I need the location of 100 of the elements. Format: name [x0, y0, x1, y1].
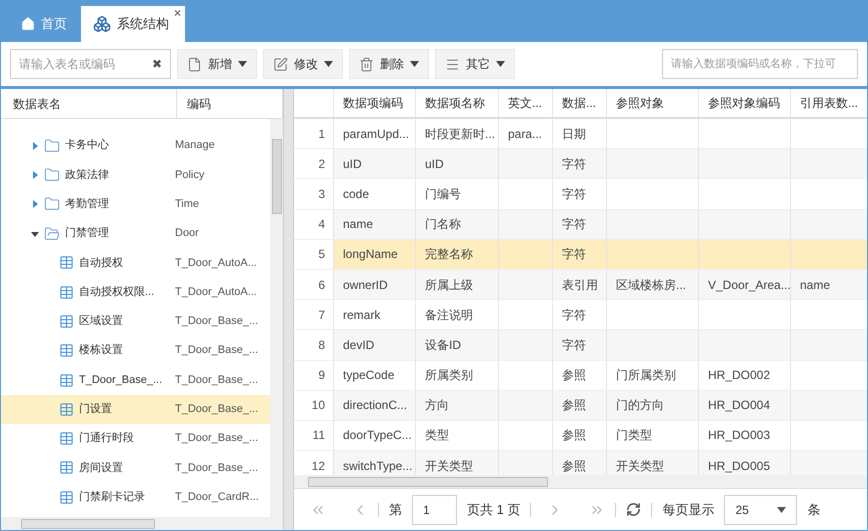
table-icon [59, 255, 74, 270]
tree-row[interactable]: 门设置 T_Door_Base_... [1, 394, 270, 424]
toolbar-button[interactable]: 其它 [435, 49, 515, 79]
table-cell: 类型 [416, 420, 499, 450]
row-number: 4 [294, 210, 334, 239]
tree-item-code: T_Door_Base_... [174, 314, 258, 330]
table-cell: ownerID [334, 270, 416, 300]
horizontal-scrollbar[interactable] [1, 517, 283, 530]
tree-item-code: Time [174, 196, 200, 212]
table-row[interactable]: 3 code 门编号 字符 [294, 179, 867, 210]
row-number: 2 [294, 149, 334, 178]
table-row[interactable]: 5 longName 完整名称 字符 [294, 240, 867, 270]
toolbar-button[interactable]: 修改 [263, 49, 343, 79]
page-input[interactable]: 1 [412, 494, 457, 524]
table-cell: 参照 [553, 390, 607, 420]
caret-icon [31, 230, 39, 238]
tree-item-name: 卡务中心 [65, 138, 109, 154]
row-number: 10 [294, 390, 334, 420]
per-page-label: 每页显示 [662, 500, 714, 519]
tree-item-code: T_Door_Base_... [174, 402, 258, 418]
horizontal-scrollbar[interactable] [294, 475, 867, 488]
column-header[interactable]: 参照对象编码 [699, 89, 791, 117]
refresh-icon[interactable] [626, 502, 642, 517]
caret-icon [238, 61, 247, 67]
clear-icon[interactable]: ✖ [152, 55, 162, 73]
table-row[interactable]: 12 switchType... 开关类型 参照 开关类型 HR_DO005 [294, 451, 867, 475]
close-button[interactable]: × [174, 7, 181, 19]
tree-item-name: 政策法律 [65, 168, 109, 183]
tree-item-code: T_Door_AutoA... [174, 256, 257, 271]
table-cell: name [334, 210, 416, 239]
table-cell: 日期 [553, 119, 607, 148]
table-cell: 完整名称 [416, 240, 499, 269]
page-count: 页共 1 页 [467, 500, 520, 519]
column-header[interactable]: 参照对象 [607, 89, 699, 117]
table-icon [59, 314, 74, 329]
table-icon [59, 372, 74, 388]
item-search-field[interactable]: 请输入数据项编码或名称，下拉可 [662, 49, 858, 79]
table-cell: 字符 [553, 300, 607, 330]
row-number: 5 [294, 240, 334, 269]
tree-item-name: 门禁管理 [65, 226, 109, 242]
table-cell: HR_DO002 [699, 360, 791, 390]
tree-item-code: T_Door_Base_... [174, 431, 258, 446]
table-cell: 字符 [553, 179, 607, 209]
table-cell: name [791, 270, 867, 300]
table-cell: 门所属类别 [607, 360, 699, 390]
table-cell: 方向 [416, 390, 499, 420]
vertical-scrollbar[interactable] [270, 119, 283, 517]
table-cell: uID [416, 149, 499, 178]
folder-icon [44, 138, 60, 154]
caret-icon [777, 506, 786, 512]
search-field[interactable]: 请输入表名或编码 ✖ [10, 49, 171, 79]
folder-open-icon [44, 226, 60, 242]
tree-item-name: 门设置 [79, 402, 112, 418]
table-row[interactable]: 2 uID uID 字符 [294, 149, 867, 180]
table-row[interactable]: 6 ownerID 所属上级 表引用 区域楼栋房... V_Door_Area... name [294, 270, 867, 300]
column-header[interactable]: 引用表数... [791, 89, 867, 117]
toolbar-button[interactable]: 删除 [349, 49, 429, 79]
table-row[interactable]: 4 name 门名称 字符 [294, 210, 867, 240]
table-row[interactable]: 10 directionC... 方向 参照 门的方向 HR_DO004 [294, 390, 867, 421]
table-cell: doorTypeC... [334, 420, 416, 450]
row-number: 8 [294, 330, 334, 360]
column-header[interactable]: 数据项编码 [334, 89, 416, 117]
caret-icon [324, 61, 333, 67]
table-row[interactable]: 1 paramUpd... 时段更新时... para... 日期 [294, 119, 867, 150]
table-row[interactable]: 8 devID 设备ID 字符 [294, 330, 867, 360]
table-cell: code [334, 179, 416, 209]
table-row[interactable]: 11 doorTypeC... 类型 参照 门类型 HR_DO003 [294, 420, 867, 452]
tree-item-code: T_Door_Base_... [174, 372, 258, 388]
table-icon [59, 402, 74, 417]
column-header[interactable]: 数据表名 [1, 89, 177, 118]
table-row[interactable]: 7 remark 备注说明 字符 [294, 300, 867, 330]
splitter[interactable] [284, 89, 294, 530]
trash-icon [359, 56, 374, 72]
row-number: 12 [294, 451, 334, 475]
per-page-select[interactable]: 25 [724, 494, 798, 524]
table-cell: directionC... [334, 390, 416, 420]
tree-item-code: T_Door_AutoA... [174, 284, 257, 300]
toolbar-button[interactable]: 新增 [177, 49, 257, 79]
tab[interactable]: 系统结构 × [81, 6, 185, 42]
table-row[interactable]: 9 typeCode 所属类别 参照 门所属类别 HR_DO002 [294, 360, 867, 391]
cubes-icon [93, 15, 111, 33]
tree-item-code: T_Door_Base_... [174, 460, 258, 476]
tree-item-code: T_Door_CardR... [174, 490, 259, 505]
table-cell: HR_DO003 [699, 420, 791, 450]
caret-icon [31, 200, 39, 208]
tree-item-name: 门通行时段 [79, 430, 134, 446]
table-cell: 门编号 [416, 179, 499, 209]
column-header[interactable]: 数据... [553, 89, 607, 117]
folder-icon [44, 166, 60, 183]
page-prefix: 第 [389, 500, 402, 519]
edit-icon [273, 56, 288, 72]
tree-item-name: 门禁刷卡记录 [79, 490, 145, 505]
column-header[interactable]: 数据项名称 [416, 89, 499, 117]
column-header[interactable]: 编码 [177, 89, 283, 118]
table-cell: 门名称 [416, 210, 499, 239]
column-header[interactable]: 英文... [499, 89, 553, 117]
table-cell: 设备ID [416, 330, 499, 360]
table-cell: 门类型 [607, 420, 699, 450]
table-cell: 字符 [553, 210, 607, 239]
table-cell: longName [334, 240, 416, 269]
